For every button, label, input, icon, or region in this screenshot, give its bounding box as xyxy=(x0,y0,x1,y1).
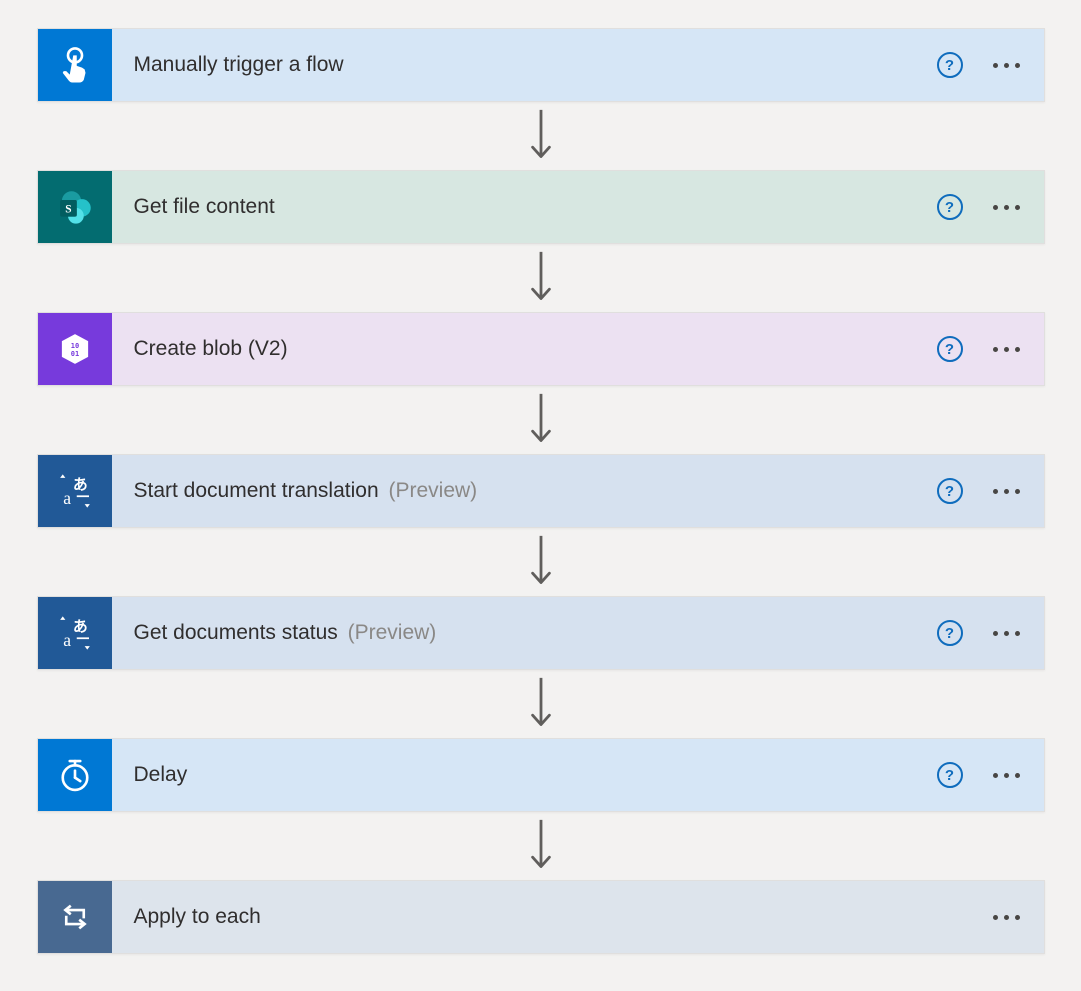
help-icon[interactable]: ? xyxy=(937,194,963,220)
connector-arrow-icon xyxy=(529,812,553,880)
step-actions: ? xyxy=(937,336,1026,362)
connector-arrow-icon xyxy=(529,528,553,596)
timer-icon xyxy=(38,739,112,811)
step-label: Apply to each xyxy=(134,905,261,928)
step-body: Delay? xyxy=(112,739,1044,811)
flow-step[interactable]: Get documents status (Preview)? xyxy=(37,596,1045,670)
connector-arrow-icon xyxy=(529,244,553,312)
step-title: Delay xyxy=(134,763,188,787)
more-icon[interactable] xyxy=(987,909,1026,926)
step-label: Start document translation xyxy=(134,479,379,502)
step-actions: ? xyxy=(937,194,1026,220)
step-body: Get file content? xyxy=(112,171,1044,243)
translate-icon xyxy=(38,455,112,527)
step-actions: ? xyxy=(937,762,1026,788)
more-icon[interactable] xyxy=(987,625,1026,642)
flow-step[interactable]: Create blob (V2)? xyxy=(37,312,1045,386)
step-label: Get file content xyxy=(134,195,275,218)
step-title: Start document translation (Preview) xyxy=(134,479,478,503)
connector-arrow-icon xyxy=(529,386,553,454)
step-suffix: (Preview) xyxy=(348,621,437,644)
flow-step[interactable]: Apply to each xyxy=(37,880,1045,954)
help-icon[interactable]: ? xyxy=(937,52,963,78)
step-label: Manually trigger a flow xyxy=(134,53,344,76)
flow-step[interactable]: Manually trigger a flow? xyxy=(37,28,1045,102)
step-body: Manually trigger a flow? xyxy=(112,29,1044,101)
help-icon[interactable]: ? xyxy=(937,620,963,646)
step-title: Get documents status (Preview) xyxy=(134,621,437,645)
step-actions xyxy=(987,909,1026,926)
step-actions: ? xyxy=(937,478,1026,504)
translate-icon xyxy=(38,597,112,669)
more-icon[interactable] xyxy=(987,767,1026,784)
step-label: Get documents status xyxy=(134,621,338,644)
step-label: Delay xyxy=(134,763,188,786)
sharepoint-icon xyxy=(38,171,112,243)
flow-step[interactable]: Get file content? xyxy=(37,170,1045,244)
step-actions: ? xyxy=(937,620,1026,646)
step-actions: ? xyxy=(937,52,1026,78)
step-body: Apply to each xyxy=(112,881,1044,953)
flow-canvas: Manually trigger a flow?Get file content… xyxy=(0,0,1081,982)
more-icon[interactable] xyxy=(987,199,1026,216)
step-label: Create blob (V2) xyxy=(134,337,288,360)
more-icon[interactable] xyxy=(987,483,1026,500)
step-title: Create blob (V2) xyxy=(134,337,288,361)
step-body: Start document translation (Preview)? xyxy=(112,455,1044,527)
blob-icon xyxy=(38,313,112,385)
connector-arrow-icon xyxy=(529,102,553,170)
touch-icon xyxy=(38,29,112,101)
step-title: Get file content xyxy=(134,195,275,219)
help-icon[interactable]: ? xyxy=(937,478,963,504)
step-suffix: (Preview) xyxy=(388,479,477,502)
step-title: Manually trigger a flow xyxy=(134,53,344,77)
flow-step[interactable]: Start document translation (Preview)? xyxy=(37,454,1045,528)
step-title: Apply to each xyxy=(134,905,261,929)
help-icon[interactable]: ? xyxy=(937,762,963,788)
loop-icon xyxy=(38,881,112,953)
help-icon[interactable]: ? xyxy=(937,336,963,362)
step-body: Get documents status (Preview)? xyxy=(112,597,1044,669)
connector-arrow-icon xyxy=(529,670,553,738)
flow-step[interactable]: Delay? xyxy=(37,738,1045,812)
more-icon[interactable] xyxy=(987,57,1026,74)
more-icon[interactable] xyxy=(987,341,1026,358)
step-body: Create blob (V2)? xyxy=(112,313,1044,385)
